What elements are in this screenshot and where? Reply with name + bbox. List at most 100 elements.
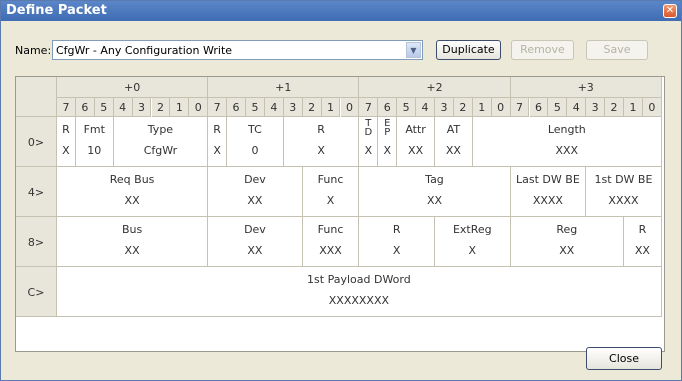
- field-value: XXX: [555, 144, 579, 157]
- row-offset-text: 8>: [27, 236, 45, 249]
- packet-field[interactable]: Reg XX: [510, 217, 624, 267]
- byte-header-label: +1: [275, 81, 292, 94]
- packet-field[interactable]: RX: [359, 217, 435, 267]
- field-name: Req Bus: [109, 173, 155, 186]
- field-name: R: [392, 223, 401, 236]
- packet-field-grid: +0 +1 +2 +3 7 6 5 4 3 2 1 0 7 6 5 4 3 2 1 0 7 6 5 4 3 2 1 0 7 6 5 4 3 2 1 0…: [15, 76, 665, 352]
- packet-field[interactable]: AT XX: [435, 117, 473, 167]
- bit-header-label: 5: [402, 101, 410, 114]
- field-value: XX: [634, 244, 650, 257]
- packet-field[interactable]: Dev XX: [208, 217, 303, 267]
- packet-field[interactable]: EP X: [378, 117, 398, 167]
- packet-field[interactable]: Func XXX: [302, 217, 360, 267]
- name-label: Name:: [15, 44, 52, 57]
- bit-header-label: 5: [251, 101, 259, 114]
- bit-header-label: 7: [364, 101, 372, 114]
- field-name: R: [317, 123, 325, 136]
- packet-field[interactable]: TC 0: [227, 117, 284, 167]
- packet-field[interactable]: Length XXX: [472, 117, 662, 167]
- bit-header: 4: [416, 98, 435, 117]
- packet-field[interactable]: Last DW BE XXXX: [510, 167, 587, 217]
- bit-header: 0: [642, 98, 662, 117]
- packet-field[interactable]: 1st DW BE XXXX: [586, 167, 662, 217]
- bit-header-label: 2: [308, 101, 316, 114]
- field-value: X: [326, 194, 335, 207]
- bit-header: 5: [548, 98, 568, 117]
- bit-header: 0: [491, 98, 511, 117]
- packet-field[interactable]: RX: [283, 117, 360, 167]
- packet-field[interactable]: Type CfgWr: [113, 117, 209, 167]
- row-offset-text: C>: [27, 286, 45, 299]
- close-button[interactable]: Close: [586, 347, 662, 370]
- packet-field[interactable]: Attr XX: [397, 117, 435, 167]
- bit-header-label: 4: [119, 101, 127, 114]
- bit-header: 6: [529, 98, 549, 117]
- packet-field[interactable]: ExtReg X: [435, 217, 511, 267]
- field-name: Attr: [405, 123, 426, 136]
- field-value: XX: [247, 194, 263, 207]
- field-name: EP: [384, 118, 391, 138]
- bit-header-label: 0: [497, 101, 505, 114]
- bit-header: 1: [472, 98, 492, 117]
- bit-header-label: 4: [572, 101, 580, 114]
- bit-header: 0: [340, 98, 360, 117]
- close-window-icon[interactable]: ✕: [663, 4, 677, 18]
- packet-field[interactable]: Fmt 10: [75, 117, 114, 167]
- bit-header: 3: [132, 98, 152, 117]
- bit-header: 5: [397, 98, 417, 117]
- bit-header-label: 6: [81, 101, 89, 114]
- byte-header-label: +0: [123, 81, 141, 94]
- bit-header-label: 1: [327, 101, 335, 114]
- packet-field[interactable]: Tag XX: [359, 167, 511, 217]
- bit-header: 3: [283, 98, 303, 117]
- packet-field[interactable]: TD X: [359, 117, 379, 167]
- bit-header: 6: [75, 98, 95, 117]
- field-value: XX: [445, 144, 461, 157]
- bit-header: 1: [321, 98, 341, 117]
- bit-header: 2: [151, 98, 171, 117]
- title-bar[interactable]: Define Packet ✕: [1, 1, 681, 21]
- bit-header: 2: [302, 98, 322, 117]
- field-name: ExtReg: [452, 223, 492, 236]
- byte-header-label: +3: [577, 81, 594, 94]
- packet-field[interactable]: Func X: [302, 167, 360, 217]
- field-value: XXX: [319, 244, 342, 257]
- byte-header: +0: [57, 77, 209, 98]
- bit-header: 6: [227, 98, 246, 117]
- bit-header: 7: [57, 98, 76, 117]
- field-name: 1st DW BE: [594, 173, 653, 186]
- duplicate-button[interactable]: Duplicate: [436, 40, 501, 60]
- remove-button[interactable]: Remove: [511, 40, 574, 60]
- packet-field[interactable]: Bus XX: [57, 217, 209, 267]
- packet-field[interactable]: R XX: [624, 217, 662, 267]
- packet-field[interactable]: RX: [57, 117, 76, 167]
- bit-header-label: 7: [213, 101, 221, 114]
- field-name: Reg: [556, 223, 578, 236]
- field-value: X: [62, 144, 70, 157]
- chevron-down-icon[interactable]: ▼: [406, 42, 421, 58]
- bit-header: 4: [113, 98, 133, 117]
- bit-header: 5: [94, 98, 114, 117]
- packet-field[interactable]: RX: [208, 117, 228, 167]
- field-value: X: [317, 144, 325, 157]
- packet-field[interactable]: Dev XX: [208, 167, 303, 217]
- save-button[interactable]: Save: [586, 40, 648, 60]
- window-title: Define Packet: [6, 3, 107, 18]
- packet-field[interactable]: Req Bus XX: [57, 167, 209, 217]
- row-offset-text: 4>: [27, 186, 45, 199]
- field-name: AT: [446, 123, 461, 136]
- bit-header: 1: [170, 98, 190, 117]
- bit-header-label: 7: [516, 101, 524, 114]
- field-name: TD: [364, 118, 373, 138]
- row-offset-label: 8>: [16, 217, 57, 267]
- bit-header: 3: [586, 98, 606, 117]
- name-dropdown[interactable]: CfgWr - Any Configuration Write ▼: [52, 40, 423, 60]
- field-name: Dev: [244, 173, 266, 186]
- bit-header-label: 7: [62, 101, 70, 114]
- packet-field[interactable]: 1st Payload DWord XXXXXXXX: [57, 267, 662, 317]
- field-value: CfgWr: [143, 144, 178, 157]
- field-value: X: [392, 244, 401, 257]
- field-name: Type: [147, 123, 174, 136]
- row-offset-label: 4>: [16, 167, 57, 217]
- bit-header-label: 1: [478, 101, 486, 114]
